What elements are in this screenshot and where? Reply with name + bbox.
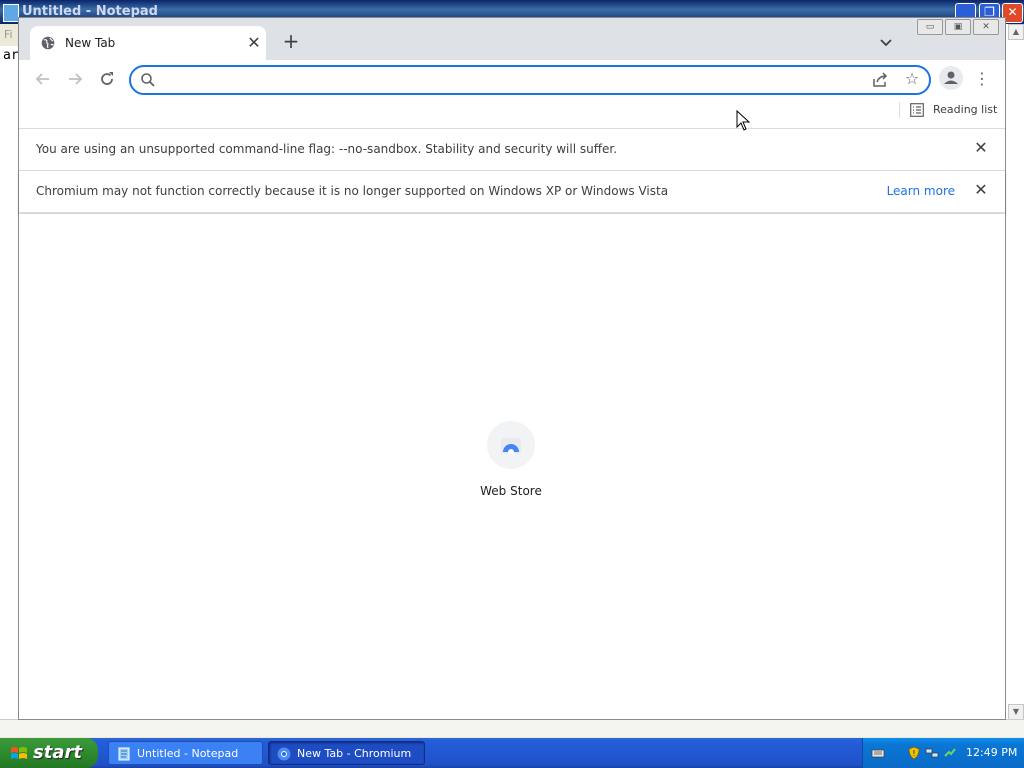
network-icon[interactable] (925, 746, 939, 760)
notepad-icon (3, 4, 19, 22)
taskbar-item-chromium[interactable]: New Tab - Chromium (268, 741, 425, 765)
minimize-button[interactable]: ▭ (917, 19, 943, 35)
notepad-menu-file[interactable]: Fi (0, 24, 18, 46)
reload-icon[interactable] (97, 69, 117, 89)
notepad-vertical-scrollbar[interactable]: ▲ ▼ (1006, 24, 1024, 736)
notepad-horizontal-scrollbar[interactable] (0, 719, 1024, 737)
tab-search-chevron-icon[interactable] (877, 34, 895, 52)
bookmarks-separator (899, 102, 900, 118)
address-bar[interactable]: ☆ (129, 65, 931, 95)
infobar-message: Chromium may not function correctly beca… (36, 184, 669, 198)
infobar-sandbox-warning: You are using an unsupported command-lin… (19, 129, 1005, 171)
taskbar: start Untitled - Notepad New Tab - Chrom… (0, 738, 1024, 768)
bookmarks-bar: Reading list (19, 98, 1005, 129)
tab-close-icon[interactable]: ✕ (246, 35, 262, 51)
more-menu-icon[interactable]: ⋮ (974, 69, 990, 89)
chromium-app-icon (277, 747, 291, 761)
share-icon[interactable] (871, 71, 889, 89)
person-icon (944, 71, 958, 84)
notepad-text-area[interactable]: ar (0, 46, 18, 736)
shortcut-tile (487, 421, 535, 469)
taskbar-item-label: New Tab - Chromium (297, 747, 412, 760)
start-label: start (33, 742, 82, 763)
mouse-cursor-icon (736, 110, 751, 131)
scroll-down-arrow-icon[interactable]: ▼ (1008, 704, 1024, 720)
infobar-close-icon[interactable]: ✕ (973, 182, 989, 198)
security-shield-icon[interactable]: ! (907, 746, 921, 760)
close-button[interactable]: ✕ (973, 19, 999, 35)
taskbar-item-notepad[interactable]: Untitled - Notepad (108, 741, 263, 765)
windows-flag-icon (11, 747, 27, 759)
profile-avatar-button[interactable] (939, 66, 963, 90)
keyboard-icon[interactable] (871, 746, 885, 760)
learn-more-link[interactable]: Learn more (887, 184, 955, 198)
infobar-unsupported-os: Chromium may not function correctly beca… (19, 171, 1005, 213)
address-input[interactable] (163, 70, 847, 92)
taskbar-item-label: Untitled - Notepad (137, 747, 239, 760)
shortcut-web-store[interactable]: Web Store (471, 421, 551, 511)
reading-list-icon (910, 103, 924, 117)
back-arrow-icon[interactable] (33, 69, 53, 89)
safely-remove-hardware-icon[interactable] (943, 746, 957, 760)
notepad-app-icon (118, 747, 130, 761)
globe-icon (41, 36, 55, 50)
new-tab-button[interactable]: + (281, 31, 301, 52)
system-clock[interactable]: 12:49 PM (966, 746, 1017, 759)
new-tab-page: Web Store (19, 214, 1005, 719)
forward-arrow-icon[interactable] (65, 69, 85, 89)
tab-strip: New Tab ✕ + ▭ ▣ ✕ (19, 18, 1005, 60)
scroll-up-arrow-icon[interactable]: ▲ (1008, 24, 1024, 40)
tab-title: New Tab (65, 36, 116, 50)
web-store-icon (501, 438, 521, 454)
toolbar: ☆ ⋮ (19, 60, 1005, 98)
search-icon (141, 73, 155, 87)
window-controls: ▭ ▣ ✕ (915, 18, 999, 35)
reading-list-label: Reading list (933, 103, 998, 116)
maximize-button[interactable]: ▣ (945, 19, 971, 35)
infobar-close-icon[interactable]: ✕ (973, 140, 989, 156)
bookmark-star-icon[interactable]: ☆ (903, 70, 921, 88)
system-tray: ! 12:49 PM (862, 738, 1024, 768)
svg-text:!: ! (912, 749, 915, 758)
tab-new-tab[interactable]: New Tab ✕ (30, 26, 266, 60)
start-button[interactable]: start (0, 738, 98, 768)
shortcut-label: Web Store (480, 484, 542, 498)
chromium-window: New Tab ✕ + ▭ ▣ ✕ ☆ ⋮ Reading list You a… (18, 17, 1006, 720)
infobar-message: You are using an unsupported command-lin… (36, 142, 618, 156)
